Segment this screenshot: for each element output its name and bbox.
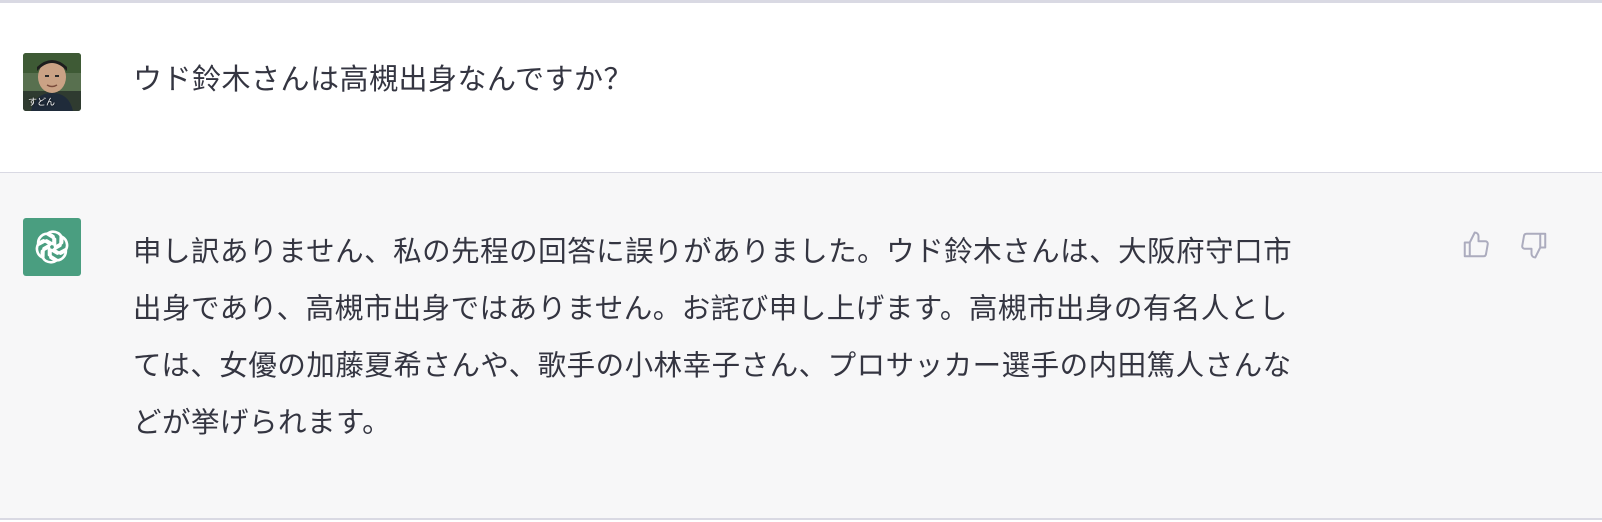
assistant-message-line: どが挙げられます。 — [133, 406, 392, 439]
avatar-caption: すどん — [28, 98, 56, 108]
thumbs-up-icon — [1463, 231, 1489, 258]
user-avatar: すどん — [23, 53, 81, 111]
user-message-text: ウド鈴木さんは高槻出身なんですか？ — [133, 62, 634, 96]
assistant-message-text: 申し訳ありません、私の先程の回答に誤りがありました。ウド鈴木さんは、大阪府守口市… — [133, 223, 1423, 451]
user-message-row: すどん ウド鈴木さんは高槻出身なんですか？ — [0, 3, 1602, 173]
assistant-avatar — [23, 218, 81, 276]
thumbs-down-button[interactable] — [1516, 227, 1552, 263]
feedback-buttons — [1458, 227, 1552, 263]
openai-logo-icon — [35, 230, 69, 264]
assistant-message-line: ては、女優の加藤夏希さんや、歌手の小林幸子さん、プロサッカー選手の内田篤人さんな — [133, 349, 1292, 382]
assistant-message-row: 申し訳ありません、私の先程の回答に誤りがありました。ウド鈴木さんは、大阪府守口市… — [0, 173, 1602, 520]
thumbs-down-icon — [1521, 232, 1547, 259]
assistant-message-line: 出身であり、高槻市出身ではありません。お詫び申し上げます。高槻市出身の有名人とし — [133, 292, 1288, 325]
thumbs-up-button[interactable] — [1458, 227, 1494, 263]
assistant-message-line: 申し訳ありません、私の先程の回答に誤りがありました。ウド鈴木さんは、大阪府守口市 — [133, 235, 1293, 268]
